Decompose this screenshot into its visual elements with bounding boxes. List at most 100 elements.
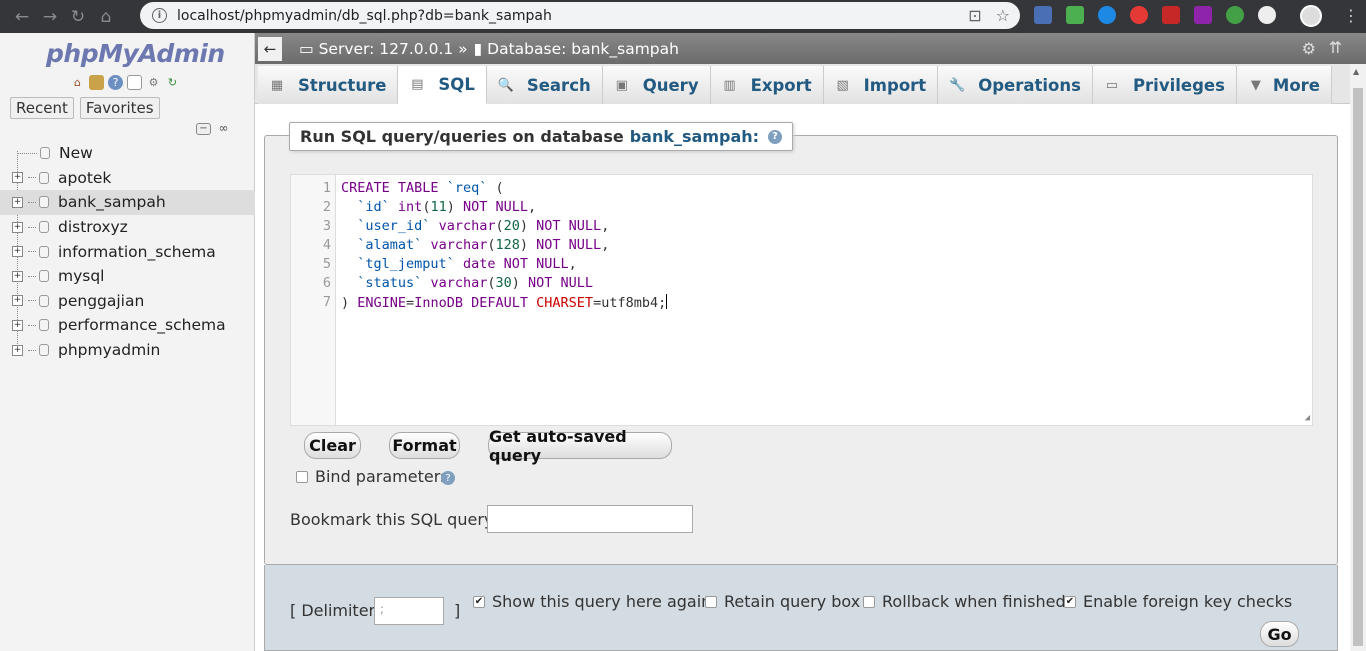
get-autosaved-query-button[interactable]: Get auto-saved query [488,427,672,465]
tab-import[interactable]: ▧ Import [823,66,939,104]
bind-parameters-label: Bind parameters [315,467,449,486]
reload-icon[interactable]: ↻ [165,75,180,90]
extension-icon-5[interactable] [1162,6,1180,24]
show-query-again-checkbox[interactable]: ✔ [473,596,485,608]
sidebar-item-label: information_schema [58,242,216,261]
delimiter-label: [ Delimiter [290,601,376,620]
sidebar-item-distroxyz[interactable]: + distroxyz [0,215,255,240]
code-line: CREATE TABLE `req` ( [341,180,504,196]
tree-connector [28,251,36,253]
extension-icon-4[interactable] [1130,6,1148,24]
tab-privileges[interactable]: ▭ Privileges [1092,66,1237,104]
help-icon[interactable]: ? [441,471,455,485]
database-icon [39,245,49,258]
breadcrumb: ← ▭ Server: 127.0.0.1 » ▮ Database: bank… [255,33,1366,64]
menu-dots-icon[interactable]: ⋮ [1343,6,1359,25]
avatar[interactable] [1300,5,1322,27]
search-icon: 🔍 [497,77,514,93]
breadcrumb-server[interactable]: ▭ Server: 127.0.0.1 » [299,40,468,58]
home-icon[interactable]: ⌂ [92,3,120,31]
back-arrow-icon[interactable]: ← [8,3,36,31]
breadcrumb-database[interactable]: ▮ Database: bank_sampah [474,40,679,58]
help-icon[interactable]: ? [768,129,783,144]
translate-icon[interactable]: ⊡ [968,6,981,25]
extension-icon-8[interactable] [1258,6,1276,24]
bookmark-input[interactable] [487,505,693,533]
sidebar-item-apotek[interactable]: + apotek [0,166,255,191]
wrench-icon: 🔧 [949,77,966,93]
expand-icon[interactable]: + [12,319,23,331]
database-icon [39,294,49,307]
extension-icon-7[interactable] [1226,6,1244,24]
sidebar-item-label: apotek [58,168,112,187]
logout-icon[interactable] [89,75,104,90]
retain-query-box-checkbox[interactable] [705,596,717,608]
tab-query[interactable]: ▣ Query [602,66,711,104]
sidebar-item-label: mysql [58,267,105,286]
tab-export[interactable]: ▥ Export [710,66,824,104]
tab-sql[interactable]: ▤ SQL [398,66,487,104]
extension-icon-6[interactable] [1194,6,1212,24]
quick-links: ⌂ ? ⚙ ↻ [70,75,180,90]
query-legend: Run SQL query/queries on database bank_s… [289,122,794,151]
extension-icon-3[interactable] [1098,6,1116,24]
expand-icon[interactable]: + [12,270,23,282]
foreign-key-checkbox[interactable]: ✔ [1064,596,1076,608]
help-icon[interactable]: ? [108,75,123,90]
sidebar-item-information_schema[interactable]: + information_schema [0,239,255,264]
docs-icon[interactable] [127,75,142,90]
extension-icon-2[interactable] [1066,6,1084,24]
export-icon: ▥ [723,77,736,93]
scroll-up-arrow-icon[interactable]: ▲ [1353,67,1359,76]
expand-icon[interactable]: + [12,172,23,184]
gear-icon[interactable]: ⚙ [146,75,161,90]
home-icon[interactable]: ⌂ [70,75,85,90]
code-line: `user_id` varchar(20) NOT NULL, [357,218,610,234]
gear-icon[interactable]: ⚙ [1302,39,1316,58]
favorites-button[interactable]: Favorites [79,97,160,119]
navigation-panel: phpMyAdmin ⌂ ? ⚙ ↻ Recent Favorites − ∞ … [0,33,255,651]
expand-icon[interactable]: + [12,221,23,233]
recent-button[interactable]: Recent [10,97,74,119]
database-icon [39,319,49,332]
tree-connector [28,324,36,326]
scroll-up-icon[interactable]: ⇈ [1329,38,1342,57]
address-bar[interactable]: i localhost/phpmyadmin/db_sql.php?db=ban… [140,2,1020,29]
tab-more[interactable]: ▼ More [1236,66,1332,104]
sidebar-item-bank_sampah[interactable]: + bank_sampah [0,190,255,215]
expand-icon[interactable]: + [12,344,23,356]
forward-arrow-icon[interactable]: → [36,3,64,31]
info-icon[interactable]: i [152,8,167,23]
scrollbar[interactable]: ▲ [1350,64,1366,651]
sidebar-item-performance_schema[interactable]: + performance_schema [0,313,255,338]
link-icon[interactable]: ∞ [216,122,231,135]
tab-search[interactable]: 🔍 Search [486,66,603,104]
resize-grip-icon[interactable]: ◢ [1305,413,1310,423]
collapse-all-icon[interactable]: − [196,123,211,135]
delimiter-input[interactable]: ; [374,597,444,625]
sidebar-item-mysql[interactable]: + mysql [0,264,255,289]
sidebar-item-phpmyadmin[interactable]: + phpmyadmin [0,338,255,363]
rollback-checkbox[interactable] [863,596,875,608]
tab-structure[interactable]: ▦ Structure [258,66,399,104]
reload-icon[interactable]: ↻ [64,3,92,31]
bookmark-star-icon[interactable]: ☆ [996,6,1010,25]
sidebar-item-penggajian[interactable]: + penggajian [0,289,255,314]
tab-operations[interactable]: 🔧 Operations [938,66,1093,104]
main-panel: ← ▭ Server: 127.0.0.1 » ▮ Database: bank… [255,33,1366,651]
expand-icon[interactable]: + [12,246,23,258]
extension-icon-1[interactable] [1034,6,1052,24]
database-icon: ▮ [473,39,483,58]
phpmyadmin-logo[interactable]: phpMyAdmin [46,39,225,68]
scrollbar-thumb[interactable] [1353,88,1363,646]
expand-icon[interactable]: + [12,295,23,307]
clear-button[interactable]: Clear [304,432,361,459]
go-button[interactable]: Go [1260,621,1299,647]
collapse-nav-icon[interactable]: ← [258,36,282,61]
sidebar-item-label: distroxyz [58,218,128,237]
tree-item-new[interactable]: New [0,141,255,166]
format-button[interactable]: Format [389,432,460,459]
sql-editor[interactable]: 1 2 3 4 5 6 7 CREATE TABLE `req` ( `id` … [290,174,1313,426]
bind-parameters-checkbox[interactable] [296,471,308,483]
expand-icon[interactable]: + [12,196,23,208]
